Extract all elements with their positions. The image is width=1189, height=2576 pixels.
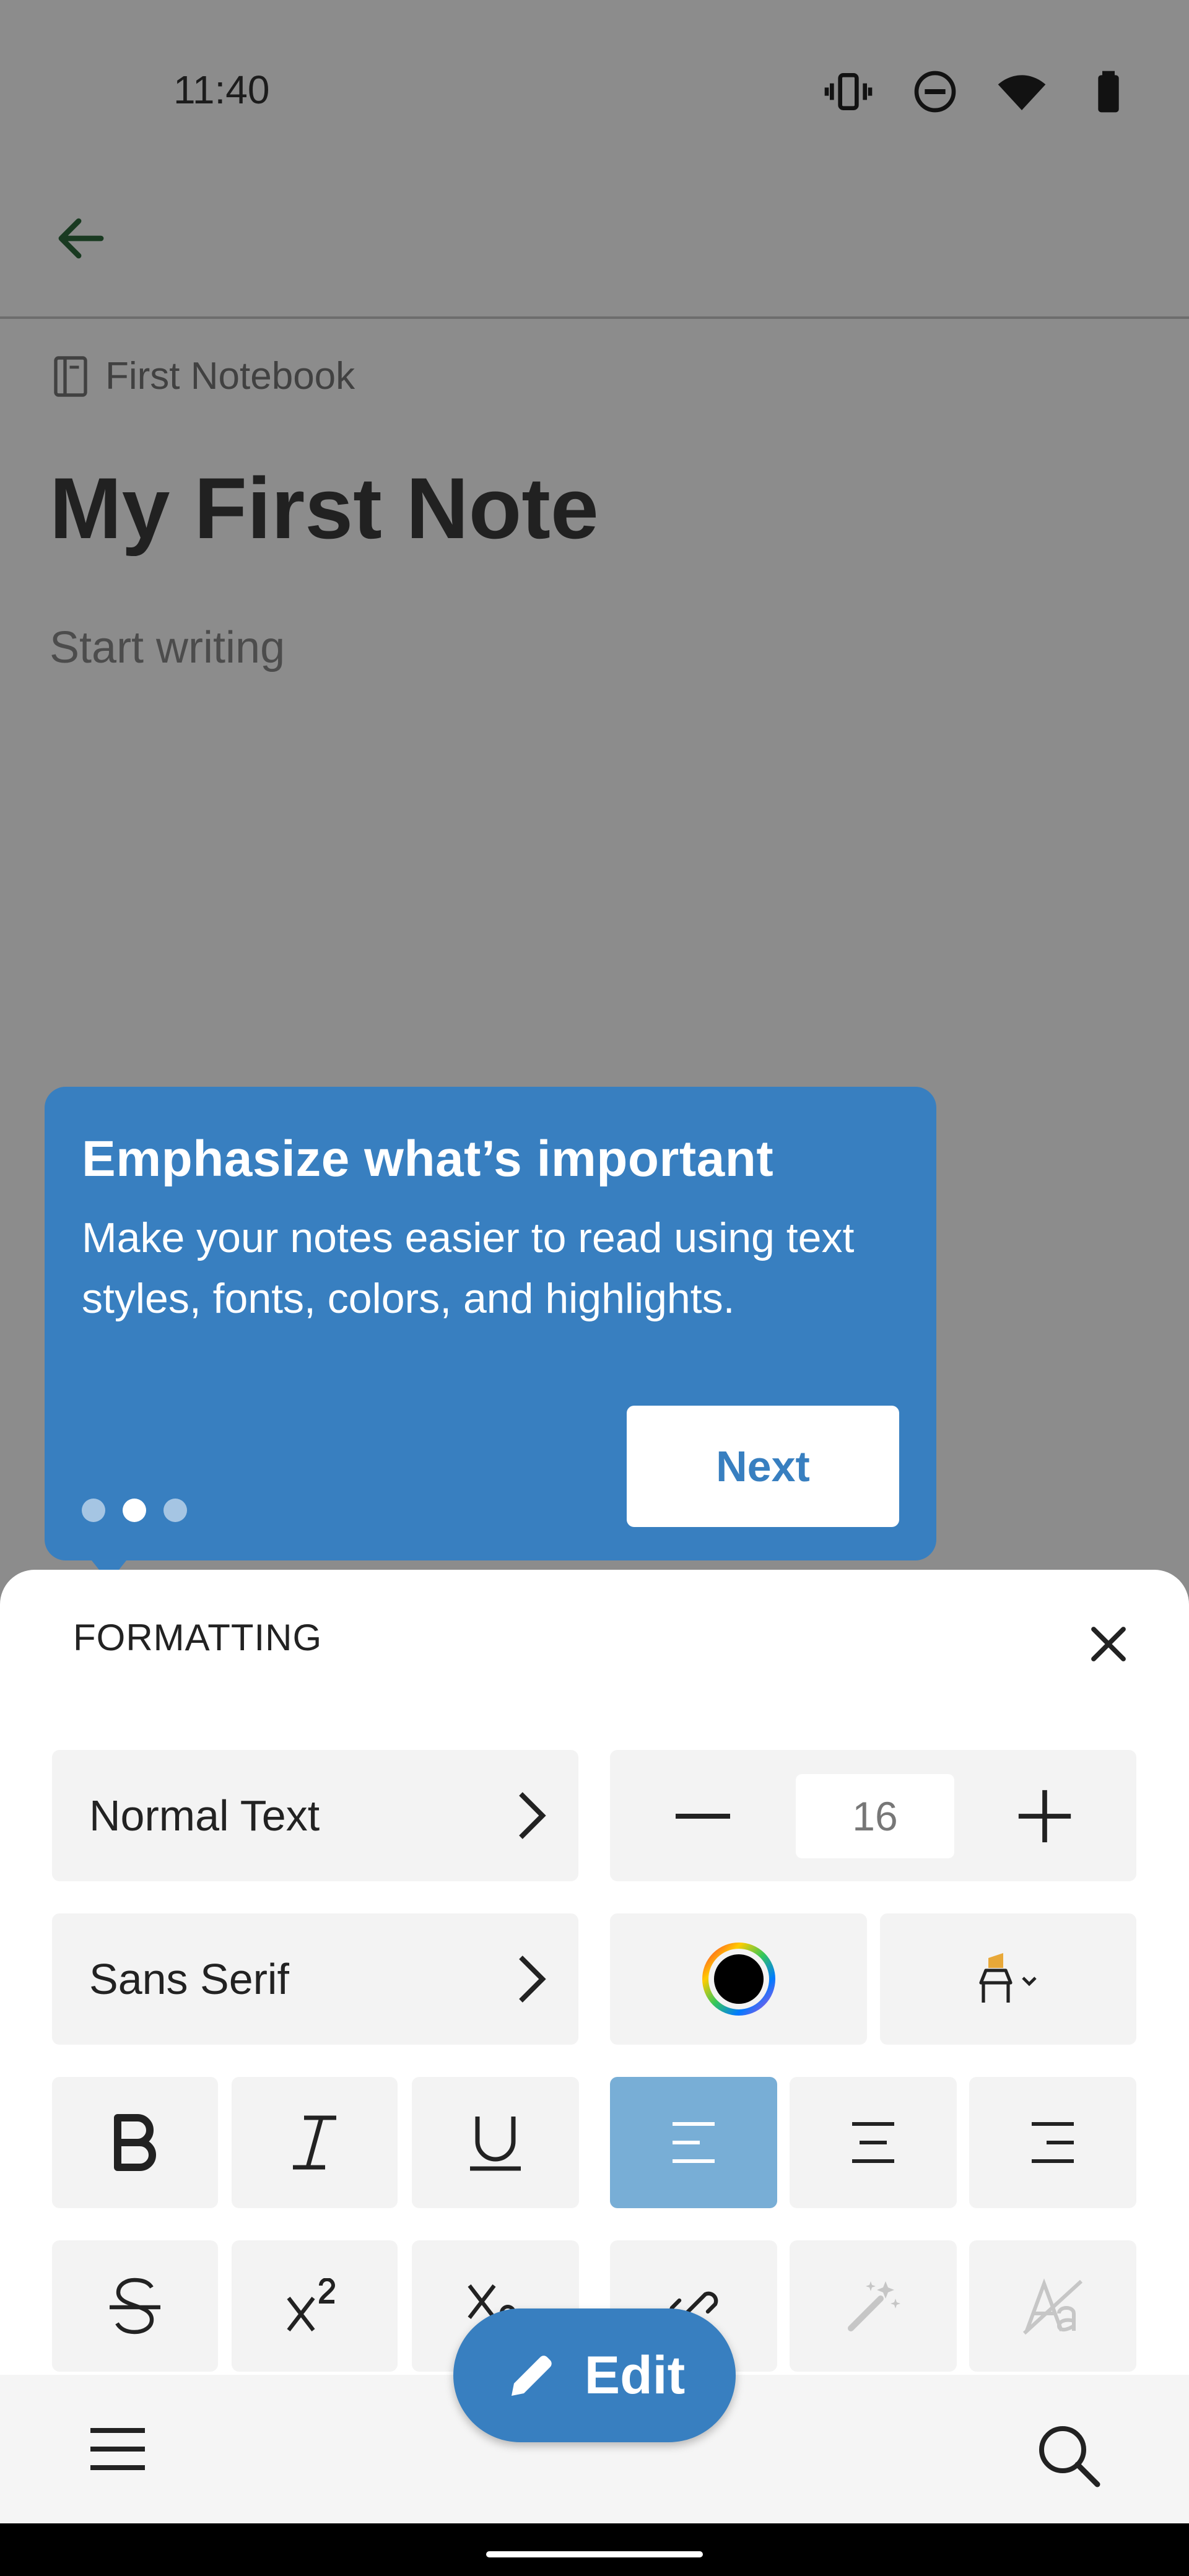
bold-button[interactable]	[52, 2077, 218, 2208]
system-nav-bar	[0, 2523, 1189, 2576]
strikethrough-icon	[110, 2278, 160, 2334]
text-style-selector[interactable]: Normal Text	[52, 1750, 578, 1881]
chevron-right-icon	[519, 1956, 546, 2003]
text-style-value: Normal Text	[89, 1791, 320, 1840]
align-center-icon	[852, 2122, 894, 2163]
text-color-button[interactable]	[610, 1913, 867, 2045]
search-button[interactable]	[1031, 2418, 1105, 2492]
magic-format-button[interactable]	[790, 2240, 957, 2372]
font-value: Sans Serif	[89, 1955, 289, 2003]
edit-button[interactable]: Edit	[453, 2308, 736, 2442]
italic-button[interactable]	[232, 2077, 398, 2208]
hamburger-menu-icon	[90, 2428, 145, 2470]
page-dot	[82, 1499, 105, 1522]
formatting-title: FORMATTING	[73, 1617, 323, 1658]
plus-icon	[1018, 1790, 1071, 1843]
tooltip-title: Emphasize what’s important	[82, 1131, 774, 1187]
tooltip-body: Make your notes easier to read using tex…	[82, 1214, 855, 1322]
italic-icon	[293, 2115, 336, 2170]
magic-wand-icon	[848, 2281, 900, 2331]
edit-label: Edit	[584, 2345, 686, 2405]
underline-icon	[470, 2117, 521, 2171]
align-left-icon	[673, 2122, 715, 2163]
clear-format-icon	[1022, 2278, 1083, 2335]
home-gesture-handle[interactable]	[486, 2551, 703, 2557]
decrease-size-button[interactable]	[656, 1771, 749, 1861]
onboarding-tooltip: Emphasize what’s important Make your not…	[45, 1087, 936, 1560]
close-icon	[1091, 1627, 1126, 1661]
page-dot	[163, 1499, 187, 1522]
align-left-button[interactable]	[610, 2077, 777, 2208]
align-center-button[interactable]	[790, 2077, 957, 2208]
strikethrough-button[interactable]	[52, 2240, 218, 2372]
underline-button[interactable]	[412, 2077, 579, 2208]
clear-format-button[interactable]	[969, 2240, 1136, 2372]
color-wheel-icon	[702, 1943, 775, 2016]
highlighter-icon	[979, 1953, 1037, 2003]
pencil-icon	[511, 2356, 552, 2396]
menu-button[interactable]	[81, 2418, 155, 2480]
align-right-icon	[1032, 2122, 1074, 2163]
align-right-button[interactable]	[969, 2077, 1136, 2208]
close-button[interactable]	[1078, 1613, 1139, 1675]
increase-size-button[interactable]	[998, 1771, 1091, 1861]
search-icon	[1039, 2426, 1100, 2487]
bold-icon	[114, 2114, 156, 2171]
next-button[interactable]: Next	[627, 1406, 899, 1527]
superscript-icon	[287, 2278, 336, 2331]
chevron-right-icon	[519, 1792, 546, 1839]
highlight-button[interactable]	[880, 1913, 1136, 2045]
tooltip-page-indicator	[82, 1499, 187, 1522]
font-selector[interactable]: Sans Serif	[52, 1913, 578, 2045]
superscript-button[interactable]	[232, 2240, 398, 2372]
page-dot-active	[123, 1499, 146, 1522]
font-size-value[interactable]: 16	[796, 1774, 954, 1858]
minus-icon	[676, 1814, 730, 1819]
